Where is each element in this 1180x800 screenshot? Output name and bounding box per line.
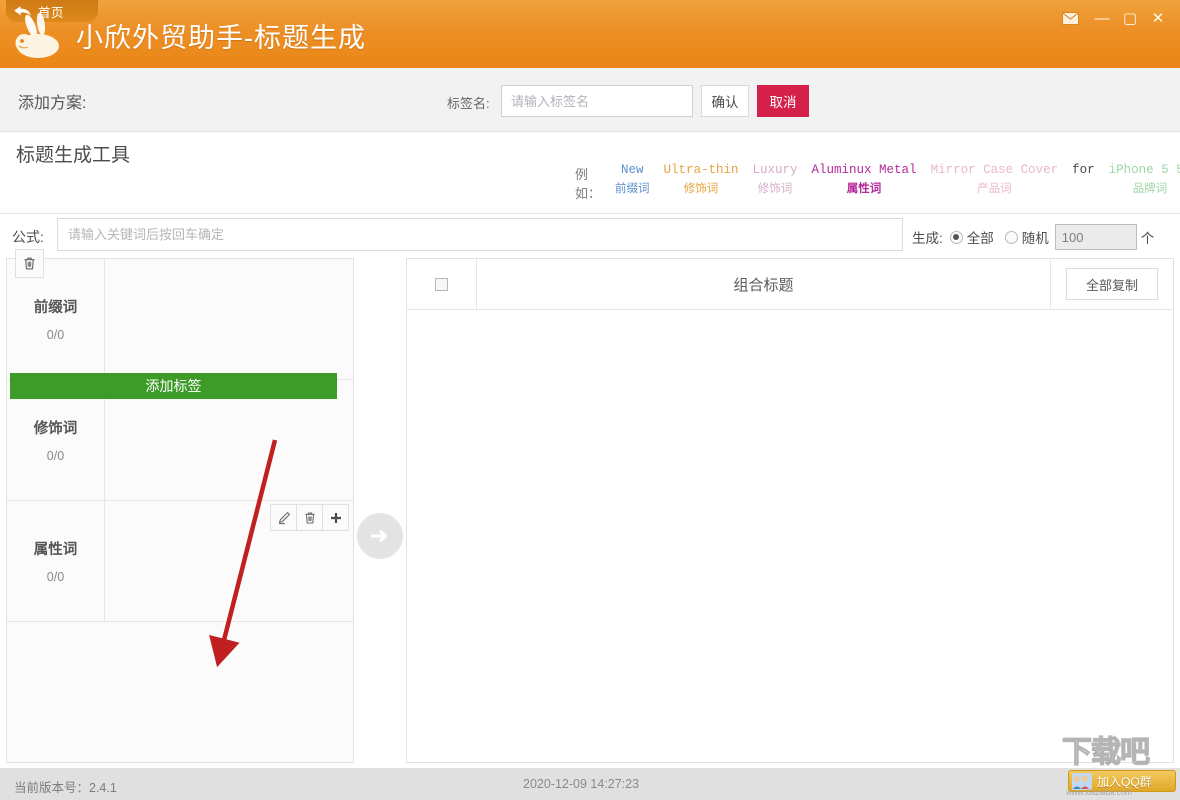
radio-random[interactable]: [1004, 230, 1018, 244]
word-list-area[interactable]: [105, 501, 353, 621]
word-label-cell: 属性词 0/0: [7, 501, 105, 621]
application-window: 首页 小欣外贸助手-标题生成 — ▢ ✕ 添加方案: 标签名: 请输入标签名 确…: [0, 0, 1180, 800]
rabbit-logo-icon: [14, 12, 72, 60]
people-icon: [1072, 772, 1092, 790]
close-button[interactable]: ✕: [1144, 5, 1172, 31]
result-panel: 组合标题 全部复制: [406, 258, 1174, 763]
example-en: Luxury: [752, 163, 798, 177]
result-column-title: 组合标题: [477, 259, 1051, 309]
example-item-modifier-2: Luxury 修饰词: [753, 162, 798, 199]
title-bar: 首页 小欣外贸助手-标题生成 — ▢ ✕: [0, 0, 1180, 68]
tag-name-input[interactable]: [501, 85, 693, 117]
example-en: for: [1072, 163, 1095, 177]
plus-icon[interactable]: [322, 504, 349, 531]
word-category-count: 0/0: [46, 328, 65, 342]
copy-all-cell: 全部复制: [1051, 259, 1173, 309]
example-en: Ultra-thin: [663, 163, 739, 177]
select-all-checkbox[interactable]: [435, 277, 448, 291]
window-controls: — ▢ ✕: [1056, 4, 1172, 32]
formula-input[interactable]: [57, 218, 903, 251]
example-en: New: [620, 163, 644, 177]
example-item-product: Mirror Case Cover 产品词: [931, 162, 1059, 199]
example-en: Aluminux Metal: [811, 163, 917, 177]
watermark: 下载吧 加入QQ群 www.xiazaiba.com: [1061, 735, 1180, 797]
maximize-button[interactable]: ▢: [1116, 5, 1144, 31]
word-category-name: 修饰词: [33, 421, 78, 437]
example-cn: 前缀词: [615, 183, 650, 195]
mail-icon[interactable]: [1056, 5, 1084, 31]
radio-random-label: 随机: [1021, 231, 1049, 246]
watermark-brand: 下载吧: [1061, 735, 1150, 769]
cancel-button[interactable]: 取消: [757, 85, 809, 117]
example-cn: 品牌词: [1132, 183, 1168, 195]
word-category-panel: 前缀词 0/0 修饰词 0/0 属性词 0/0: [6, 258, 354, 763]
timestamp-label: 2020-12-09 14:27:23: [523, 777, 640, 791]
example-item-connector: for: [1072, 162, 1095, 179]
count-unit-label: 个: [1140, 231, 1155, 246]
generate-options: 生成: 全部 随机 个: [912, 224, 1154, 250]
example-cn: 产品词: [977, 183, 1012, 195]
watermark-url: www.xiazaiba.com: [1066, 788, 1132, 797]
minimize-button[interactable]: —: [1088, 5, 1116, 31]
tool-title: 标题生成工具: [16, 145, 131, 166]
copy-all-button[interactable]: 全部复制: [1066, 268, 1158, 300]
example-item-attribute: Aluminux Metal 属性词: [812, 162, 917, 199]
example-cn: 修饰词: [683, 183, 719, 195]
example-legend: 例如： New 前缀词 Ultra-thin 修饰词 Luxury 修饰词 Al…: [575, 162, 1180, 202]
result-list-body[interactable]: [407, 310, 1173, 762]
confirm-button[interactable]: 确认: [701, 85, 749, 117]
radio-all-label: 全部: [966, 231, 994, 246]
word-category-name: 属性词: [33, 542, 78, 558]
word-row-prefix: 前缀词 0/0: [7, 259, 353, 380]
trash-icon[interactable]: [296, 504, 323, 531]
example-item-modifier-1: Ultra-thin 修饰词: [664, 162, 739, 199]
generate-label: 生成:: [912, 231, 943, 246]
word-category-name: 前缀词: [33, 300, 78, 316]
result-header: 组合标题 全部复制: [407, 259, 1173, 310]
delete-category-icon[interactable]: [15, 249, 44, 278]
formula-label: 公式:: [12, 229, 44, 245]
example-item-brand: iPhone 5 5s 品牌词: [1109, 162, 1180, 199]
tag-name-label: 标签名:: [447, 96, 490, 111]
random-count-input[interactable]: [1054, 224, 1137, 250]
page-title: 小欣外贸助手-标题生成: [76, 23, 366, 53]
select-all-cell: [407, 259, 477, 309]
word-category-count: 0/0: [46, 449, 65, 463]
edit-icon[interactable]: [270, 504, 297, 531]
example-item-prefix: New 前缀词: [615, 162, 650, 199]
row-tool-group: [270, 504, 349, 531]
join-qq-group-label: 加入QQ群: [1097, 774, 1152, 789]
word-category-count: 0/0: [46, 570, 65, 584]
radio-all[interactable]: [949, 230, 963, 244]
example-en: Mirror Case Cover: [930, 163, 1059, 177]
tool-header: 标题生成工具 例如： New 前缀词 Ultra-thin 修饰词 Luxury…: [0, 132, 1180, 214]
version-label: 当前版本号：2.4.1: [14, 781, 117, 795]
example-en: iPhone 5 5s: [1108, 163, 1180, 177]
add-tag-button[interactable]: 添加标签: [10, 373, 337, 399]
status-bar: 当前版本号：2.4.1 2020-12-09 14:27:23: [0, 768, 1180, 800]
example-cn: 修饰词: [757, 183, 793, 195]
example-cn: 属性词: [846, 183, 882, 195]
transfer-right-arrow-icon[interactable]: [357, 513, 403, 559]
word-row-attribute: 属性词 0/0: [7, 501, 353, 622]
add-plan-label: 添加方案:: [18, 95, 87, 112]
word-list-area[interactable]: [105, 259, 353, 379]
example-label: 例如：: [575, 167, 602, 201]
